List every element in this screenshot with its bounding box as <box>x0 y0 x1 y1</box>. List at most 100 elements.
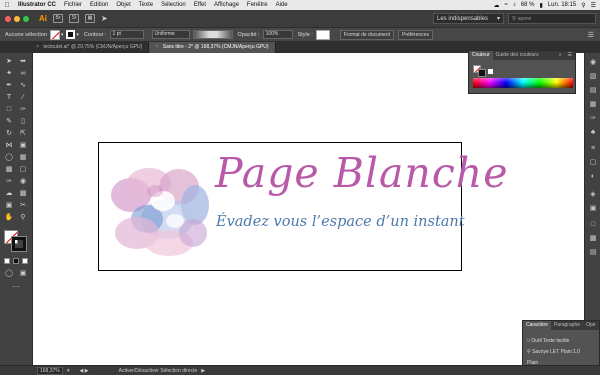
color-panel-icon[interactable]: ◉ <box>588 59 598 67</box>
stroke-swatch[interactable] <box>66 30 76 39</box>
mesh-tool-icon[interactable]: ▩ <box>4 165 14 174</box>
menu-fichier[interactable]: Fichier <box>60 2 86 8</box>
symbols-panel-icon[interactable]: ♣ <box>588 129 598 137</box>
magic-wand-tool-icon[interactable]: ✦ <box>4 69 14 78</box>
stroke-panel-icon[interactable]: ≡ <box>588 145 598 153</box>
preferences-button[interactable]: Préférences <box>398 29 433 40</box>
status-menu-icon[interactable]: ▶ <box>201 368 205 374</box>
stroke-label[interactable]: Contour : <box>84 32 107 38</box>
swatches-panel-icon[interactable]: ▦ <box>588 101 598 109</box>
battery-percent[interactable]: 68 % <box>521 2 535 8</box>
artboard-nav-icon[interactable]: ◀ ▶ <box>80 368 89 374</box>
direct-selection-tool-icon[interactable]: ➥ <box>18 57 28 66</box>
menu-selection[interactable]: Sélection <box>157 2 190 8</box>
none-mode-icon[interactable] <box>22 258 28 264</box>
close-window-icon[interactable] <box>5 15 11 22</box>
gradient-tool-icon[interactable]: ▢ <box>18 165 28 174</box>
spotlight-icon[interactable]: ⚲ <box>581 2 585 9</box>
menu-app-name[interactable]: Illustrator CC <box>14 2 60 8</box>
tab-paragraph[interactable]: Paragraphe <box>551 321 583 330</box>
artboard-tool-icon[interactable]: ▣ <box>4 201 14 210</box>
menu-edition[interactable]: Edition <box>86 2 112 8</box>
document-format-button[interactable]: Format de document <box>339 29 394 40</box>
tab-color-guide[interactable]: Guide des couleurs <box>493 51 542 60</box>
collapse-panel-icon[interactable]: » <box>556 51 565 60</box>
line-tool-icon[interactable]: ∕ <box>18 93 28 102</box>
tab-opentype[interactable]: Ope <box>583 321 598 330</box>
color-mode-icon[interactable] <box>4 258 10 264</box>
eraser-tool-icon[interactable]: ▯ <box>18 117 28 126</box>
opacity-field[interactable]: 100% <box>262 30 293 39</box>
stock-icon[interactable]: St <box>69 14 79 23</box>
gradient-panel-icon[interactable]: ▢ <box>588 159 598 167</box>
layers-panel-icon[interactable]: ◈ <box>588 191 598 199</box>
artboard[interactable]: Page Blanche Évadez vous l’espace d’un i… <box>98 142 507 271</box>
menu-affichage[interactable]: Affichage <box>210 2 243 8</box>
curvature-tool-icon[interactable]: ∿ <box>18 81 28 90</box>
edit-toolbar-icon[interactable]: ⋯ <box>11 283 21 292</box>
selection-tool-icon[interactable]: ➤ <box>4 57 14 66</box>
zoom-level-field[interactable]: 168,37% <box>37 366 63 375</box>
symbol-sprayer-tool-icon[interactable]: ☁ <box>4 189 14 198</box>
logo-title[interactable]: Page Blanche <box>215 149 508 197</box>
pen-tool-icon[interactable]: ✒ <box>4 81 14 90</box>
bridge-icon[interactable]: Br <box>53 14 63 23</box>
stroke-color-box[interactable] <box>11 236 27 252</box>
perspective-grid-tool-icon[interactable]: ▦ <box>18 153 28 162</box>
close-tab-icon[interactable]: × <box>155 44 158 50</box>
document-canvas[interactable]: Page Blanche Évadez vous l’espace d’un i… <box>33 53 584 365</box>
opacity-label[interactable]: Opacité : <box>238 32 260 38</box>
volume-icon[interactable]: ♪ <box>513 2 516 8</box>
appearance-panel-icon[interactable]: ▧ <box>588 73 598 81</box>
rotate-tool-icon[interactable]: ↻ <box>4 129 14 138</box>
width-tool-icon[interactable]: ⋈ <box>4 141 14 150</box>
brush-definition[interactable] <box>192 30 233 39</box>
transparency-panel-icon[interactable]: ◐ <box>588 173 598 181</box>
zoom-dropdown-icon[interactable]: ▾ <box>67 368 70 374</box>
gpu-performance-icon[interactable]: ➤ <box>101 14 108 23</box>
zoom-tool-icon[interactable]: ⚲ <box>18 213 28 222</box>
fill-dropdown-icon[interactable]: ▾ <box>61 32 64 38</box>
brushes-panel-icon[interactable]: ✑ <box>588 115 598 123</box>
menu-aide[interactable]: Aide <box>272 2 292 8</box>
graphic-style-swatch[interactable] <box>315 29 330 40</box>
workspace-switcher[interactable]: Les indispensables ▾ <box>433 13 504 24</box>
screen-mode-icon[interactable]: ▣ <box>18 269 28 278</box>
free-transform-tool-icon[interactable]: ▣ <box>18 141 28 150</box>
stock-search-input[interactable]: ⚲ spore <box>508 13 596 24</box>
stroke-weight-field[interactable]: 1 pt <box>109 30 144 39</box>
panel-menu-icon[interactable]: ☰ <box>565 51 575 60</box>
variable-width-profile[interactable]: Uniforme <box>151 30 190 39</box>
paintbrush-tool-icon[interactable]: ✑ <box>18 105 28 114</box>
notifications-icon[interactable]: ☰ <box>591 2 596 9</box>
minimize-window-icon[interactable] <box>14 15 20 22</box>
type-tool-icon[interactable]: T <box>4 93 14 102</box>
touch-type-tool-button[interactable]: □ Outil Texte tactile <box>527 338 569 344</box>
shape-builder-tool-icon[interactable]: ◯ <box>4 153 14 162</box>
color-spectrum[interactable] <box>473 78 573 88</box>
white-swatch[interactable] <box>488 69 493 74</box>
gradient-mode-icon[interactable] <box>13 258 19 264</box>
shaper-tool-icon[interactable]: ✎ <box>4 117 14 126</box>
fill-swatch[interactable] <box>49 29 60 40</box>
stroke-dropdown-icon[interactable]: ▾ <box>76 32 79 38</box>
logo-subtitle[interactable]: Évadez vous l’espace d’un instant <box>216 214 465 230</box>
slice-tool-icon[interactable]: ✂ <box>18 201 28 210</box>
font-family-field[interactable]: ⚲ Savoye LET Plain:1.0 <box>527 349 580 355</box>
apple-icon[interactable]:  <box>0 2 14 9</box>
menu-texte[interactable]: Texte <box>135 2 157 8</box>
column-graph-tool-icon[interactable]: ▩ <box>18 189 28 198</box>
cloud-icon[interactable]: ☁ <box>494 2 500 9</box>
align-panel-icon[interactable]: ▩ <box>588 235 598 243</box>
color-stroke-swatch[interactable] <box>478 69 486 77</box>
clock[interactable]: Lun. 18:15 <box>548 2 576 8</box>
arrange-documents-icon[interactable]: ▦ <box>85 14 95 23</box>
menu-effet[interactable]: Effet <box>190 2 210 8</box>
scale-tool-icon[interactable]: ⇱ <box>18 129 28 138</box>
blend-tool-icon[interactable]: ◉ <box>18 177 28 186</box>
artboards-panel-icon[interactable]: ▣ <box>588 205 598 213</box>
lasso-tool-icon[interactable]: ∞ <box>18 69 28 78</box>
close-tab-icon[interactable]: × <box>36 44 39 50</box>
menu-objet[interactable]: Objet <box>112 2 134 8</box>
tab-color[interactable]: Couleur <box>469 51 493 60</box>
